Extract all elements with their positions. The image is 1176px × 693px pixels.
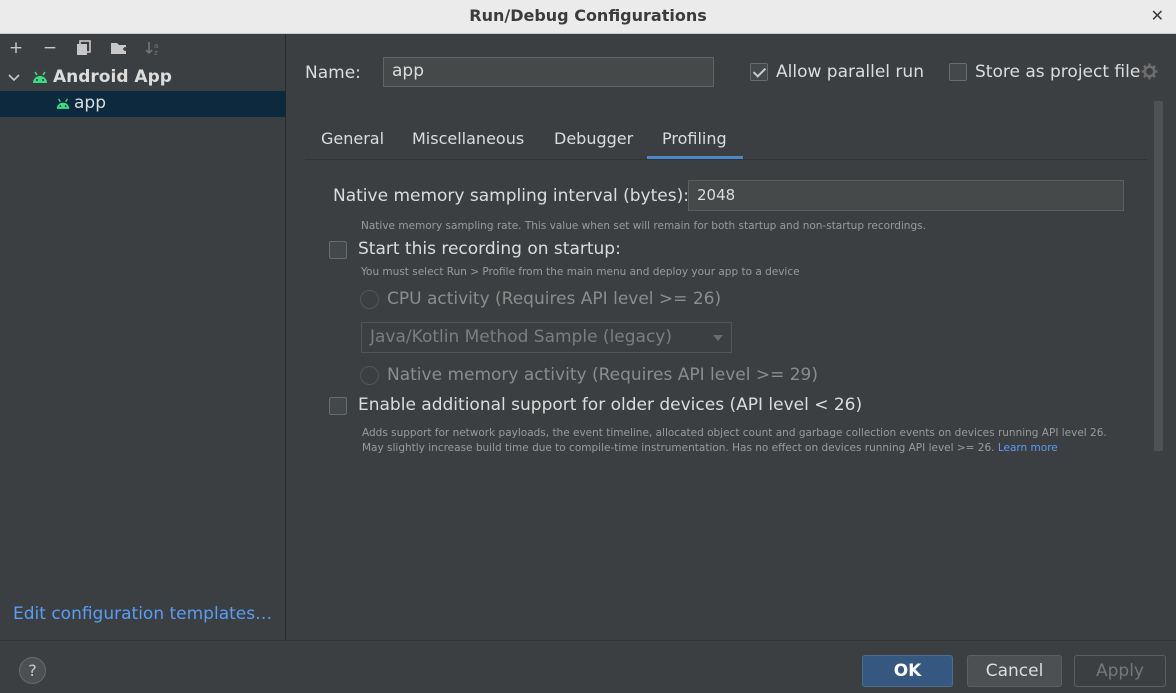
tree-group-android-app[interactable]: Android App bbox=[0, 65, 286, 91]
learn-more-link[interactable]: Learn more bbox=[998, 442, 1058, 454]
help-button[interactable]: ? bbox=[19, 657, 46, 684]
chevron-down-icon[interactable] bbox=[7, 71, 21, 85]
chevron-down-icon bbox=[713, 335, 723, 341]
cpu-activity-radio[interactable] bbox=[360, 290, 379, 309]
sampling-hint: Native memory sampling rate. This value … bbox=[361, 220, 926, 232]
tree-item-label: app bbox=[74, 93, 106, 113]
older-devices-hint-text: Adds support for network payloads, the e… bbox=[362, 427, 1107, 454]
close-icon[interactable]: ✕ bbox=[1151, 6, 1164, 25]
older-devices-checkbox[interactable] bbox=[329, 397, 347, 415]
name-input[interactable]: app bbox=[383, 57, 714, 87]
window-title: Run/Debug Configurations bbox=[469, 6, 707, 25]
ok-button[interactable]: OK bbox=[862, 655, 953, 687]
tree-item-app[interactable]: app bbox=[0, 91, 286, 117]
native-memory-radio[interactable] bbox=[360, 366, 379, 385]
cpu-activity-label: CPU activity (Requires API level >= 26) bbox=[387, 289, 722, 309]
startup-recording-label: Start this recording on startup: bbox=[358, 239, 621, 259]
sort-icon[interactable]: az bbox=[142, 37, 164, 59]
sampling-interval-label: Native memory sampling interval (bytes): bbox=[333, 186, 689, 206]
edit-templates-link[interactable]: Edit configuration templates… bbox=[13, 604, 272, 624]
cpu-method-dropdown[interactable]: Java/Kotlin Method Sample (legacy) bbox=[361, 322, 732, 353]
older-devices-hint: Adds support for network payloads, the e… bbox=[362, 426, 1122, 456]
tab-miscellaneous[interactable]: Miscellaneous bbox=[412, 129, 524, 148]
copy-icon[interactable] bbox=[73, 37, 95, 59]
older-devices-label: Enable additional support for older devi… bbox=[358, 395, 863, 415]
store-project-label: Store as project file bbox=[975, 62, 1141, 82]
allow-parallel-label: Allow parallel run bbox=[776, 62, 924, 82]
startup-recording-checkbox[interactable] bbox=[329, 241, 347, 259]
tab-general[interactable]: General bbox=[321, 129, 384, 148]
tab-bar: General Miscellaneous Debugger Profiling bbox=[305, 124, 1147, 160]
cpu-method-selected: Java/Kotlin Method Sample (legacy) bbox=[370, 327, 672, 347]
apply-button[interactable]: Apply bbox=[1074, 655, 1166, 687]
gear-icon[interactable] bbox=[1141, 63, 1158, 80]
window-titlebar: Run/Debug Configurations ✕ bbox=[0, 0, 1176, 34]
tab-debugger[interactable]: Debugger bbox=[554, 129, 633, 148]
tab-profiling[interactable]: Profiling bbox=[662, 129, 727, 148]
selected-tab-indicator bbox=[647, 156, 743, 159]
sampling-interval-input[interactable]: 2048 bbox=[688, 180, 1124, 211]
scrollbar[interactable] bbox=[1154, 101, 1163, 451]
new-folder-icon[interactable] bbox=[108, 37, 130, 59]
android-icon bbox=[56, 98, 70, 109]
sidebar: + − az Android App app Edit configuratio… bbox=[0, 34, 286, 640]
startup-hint: You must select Run > Profile from the m… bbox=[361, 266, 800, 278]
name-label: Name: bbox=[305, 63, 361, 83]
store-project-checkbox[interactable] bbox=[949, 63, 967, 81]
cancel-button[interactable]: Cancel bbox=[967, 655, 1062, 687]
config-panel: Name: app Allow parallel run Store as pr… bbox=[287, 34, 1176, 640]
svg-text:z: z bbox=[154, 49, 158, 56]
android-icon bbox=[33, 71, 47, 83]
add-icon[interactable]: + bbox=[5, 37, 27, 59]
dialog-button-bar: ? OK Cancel Apply bbox=[0, 640, 1176, 693]
remove-icon[interactable]: − bbox=[39, 37, 61, 59]
tree-group-label: Android App bbox=[53, 67, 172, 87]
allow-parallel-checkbox[interactable] bbox=[750, 63, 768, 81]
native-memory-label: Native memory activity (Requires API lev… bbox=[387, 365, 818, 385]
sidebar-toolbar: + − az bbox=[0, 34, 286, 64]
